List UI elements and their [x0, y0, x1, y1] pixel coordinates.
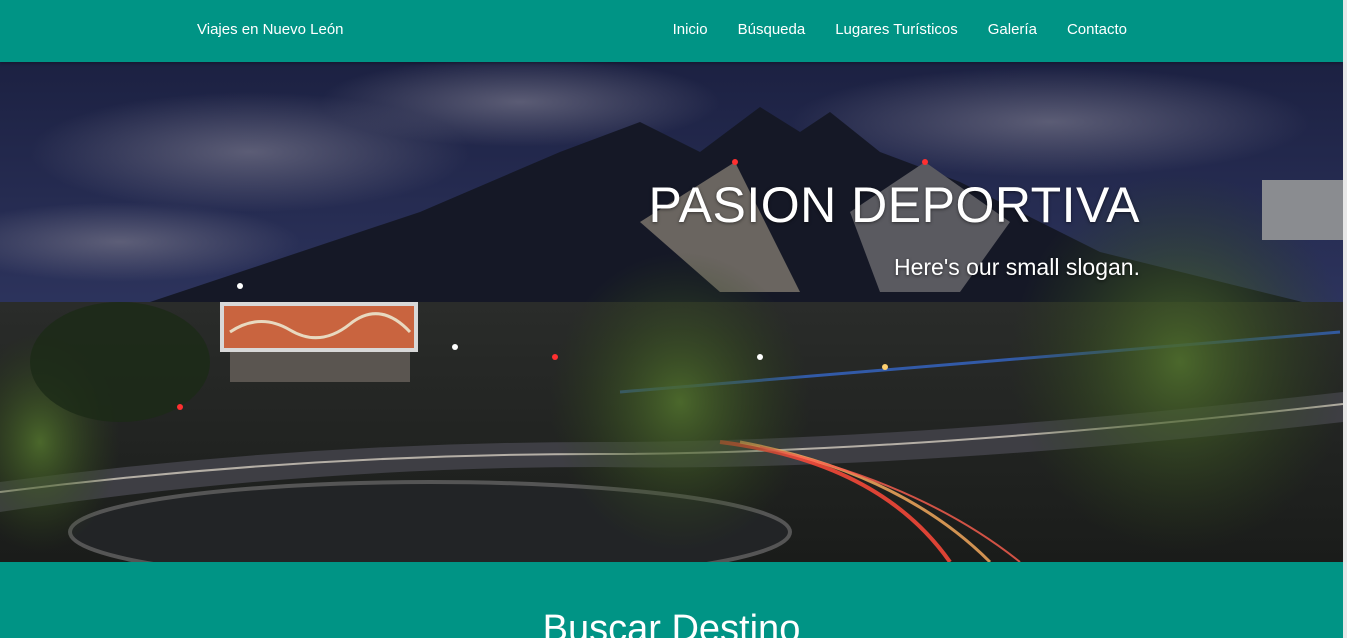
search-destination-section: Buscar Destino [0, 562, 1343, 638]
top-navbar: Viajes en Nuevo León Inicio Búsqueda Lug… [0, 0, 1343, 62]
vertical-scrollbar[interactable] [1343, 0, 1347, 638]
nav-link-galeria[interactable]: Galería [988, 21, 1037, 38]
nav-menu: Inicio Búsqueda Lugares Turísticos Galer… [673, 21, 1127, 39]
hero-banner: PASION DEPORTIVA Here's our small slogan… [0, 62, 1343, 562]
nav-link-lugares-turisticos[interactable]: Lugares Turísticos [835, 21, 958, 38]
hero-background-image [0, 62, 1343, 562]
page: Viajes en Nuevo León Inicio Búsqueda Lug… [0, 0, 1343, 638]
nav-item-galeria: Galería [988, 21, 1037, 39]
hero-title: PASION DEPORTIVA [648, 177, 1140, 233]
nav-link-inicio[interactable]: Inicio [673, 21, 708, 38]
nav-item-inicio: Inicio [673, 21, 708, 39]
hero-slogan: Here's our small slogan. [894, 254, 1140, 280]
nav-item-busqueda: Búsqueda [738, 21, 806, 39]
nav-item-lugares: Lugares Turísticos [835, 21, 958, 39]
brand-link[interactable]: Viajes en Nuevo León [197, 21, 344, 38]
nav-link-contacto[interactable]: Contacto [1067, 21, 1127, 38]
nav-item-contacto: Contacto [1067, 21, 1127, 39]
search-section-title: Buscar Destino [542, 608, 801, 638]
nav-link-busqueda[interactable]: Búsqueda [738, 21, 806, 38]
